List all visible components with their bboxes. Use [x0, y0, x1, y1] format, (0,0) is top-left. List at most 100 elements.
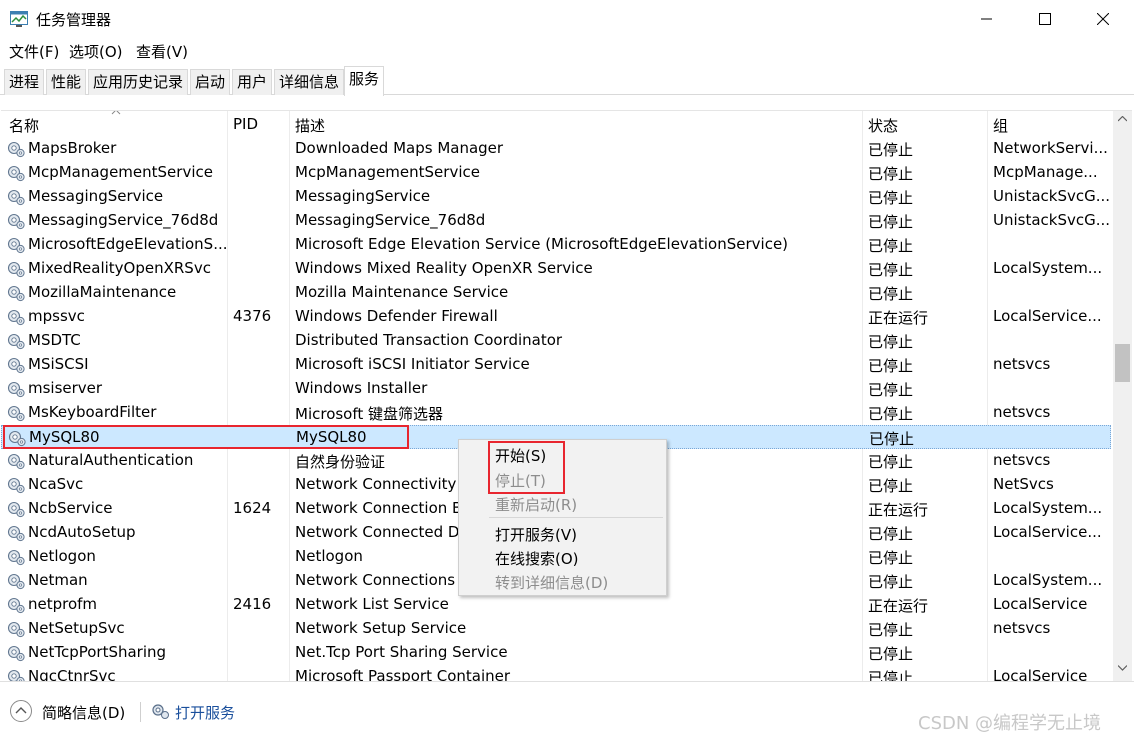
service-group: LocalService... [993, 523, 1102, 541]
service-row[interactable]: McpManagementService McpManagementService… [1, 161, 1111, 185]
service-gear-icon [6, 236, 25, 254]
service-row[interactable]: MSiSCSI Microsoft iSCSI Initiator Service… [1, 353, 1111, 377]
fewer-details-label[interactable]: 简略信息(D) [42, 702, 125, 723]
service-gear-icon [6, 644, 25, 662]
service-row[interactable]: MessagingService MessagingService 已停止 Unist… [1, 185, 1111, 209]
service-name: NetTcpPortSharing [28, 643, 167, 661]
service-description: Network List Service [295, 595, 449, 613]
column-status[interactable]: 状态 [868, 115, 898, 136]
service-row[interactable]: NgcCtnrSvc Microsoft Passport Container 已停… [1, 665, 1111, 681]
tab-details[interactable]: 详细信息 [274, 69, 345, 95]
service-status: 已停止 [868, 645, 914, 663]
service-gear-icon [6, 356, 25, 374]
tab-startup[interactable]: 启动 [190, 69, 231, 95]
service-status: 已停止 [868, 621, 914, 639]
service-status: 已停止 [868, 261, 914, 279]
service-name: NcbService [28, 499, 113, 517]
service-gear-icon [6, 500, 25, 518]
ctx-restart[interactable]: 重新启动(R) [495, 494, 577, 515]
service-row[interactable]: MixedRealityOpenXRSvc Windows Mixed Reali… [1, 257, 1111, 281]
service-row[interactable]: MicrosoftEdgeElevationS... Microsoft Edge… [1, 233, 1111, 257]
service-group: netsvcs [993, 403, 1051, 421]
service-group: LocalService... [993, 307, 1102, 325]
service-name: McpManagementService [28, 163, 213, 181]
service-row[interactable]: mpssvc 4376 Windows Defender Firewall 正在运行 L… [1, 305, 1111, 329]
service-pid: 4376 [233, 307, 272, 325]
menu-bar: 文件(F) 选项(O) 查看(V) [0, 38, 1134, 64]
service-name: MapsBroker [28, 139, 117, 157]
service-row[interactable]: MSDTC Distributed Transaction Coordinator… [1, 329, 1111, 353]
service-gear-icon [6, 452, 25, 470]
service-name: MixedRealityOpenXRSvc [28, 259, 211, 277]
service-group: UnistackSvcG... [993, 187, 1109, 205]
column-group[interactable]: 组 [993, 115, 1008, 136]
service-name: NcdAutoSetup [28, 523, 136, 541]
sort-ascending-icon [111, 111, 121, 115]
service-row[interactable]: msiserver Windows Installer 已停止 [1, 377, 1111, 401]
service-status: 正在运行 [868, 309, 929, 327]
service-row[interactable]: MapsBroker Downloaded Maps Manager 已停止 Netw… [1, 137, 1111, 161]
service-name: MessagingService [28, 187, 164, 205]
tab-processes[interactable]: 进程 [4, 69, 45, 95]
service-row[interactable]: NetSetupSvc Network Setup Service 已停止 netsv… [1, 617, 1111, 641]
service-status: 已停止 [868, 141, 914, 159]
service-row[interactable]: netprofm 2416 Network List Service 正在运行 Loca… [1, 593, 1111, 617]
menu-view[interactable]: 查看(V) [136, 41, 188, 62]
service-gear-icon [6, 476, 25, 494]
close-icon [1097, 13, 1109, 25]
service-status: 正在运行 [868, 597, 929, 615]
service-row[interactable]: MozillaMaintenance Mozilla Maintenance Se… [1, 281, 1111, 305]
service-description: Microsoft iSCSI Initiator Service [295, 355, 530, 373]
scroll-up-icon[interactable] [1118, 116, 1127, 122]
tab-performance[interactable]: 性能 [46, 69, 87, 95]
column-name[interactable]: 名称 [9, 115, 39, 136]
service-row[interactable]: NetTcpPortSharing Net.Tcp Port Sharing Se… [1, 641, 1111, 665]
ctx-goto-details[interactable]: 转到详细信息(D) [495, 572, 608, 593]
service-description: Distributed Transaction Coordinator [295, 331, 563, 349]
scroll-down-icon[interactable] [1118, 665, 1127, 671]
open-services-link[interactable]: 打开服务 [175, 702, 235, 723]
service-status: 已停止 [868, 333, 914, 351]
column-description[interactable]: 描述 [295, 115, 325, 136]
service-description: Mozilla Maintenance Service [295, 283, 509, 301]
minimize-icon [981, 18, 992, 20]
service-name: NcaSvc [28, 475, 84, 493]
service-description: Microsoft 键盘筛选器 [295, 405, 444, 423]
menu-options[interactable]: 选项(O) [69, 41, 123, 62]
column-pid[interactable]: PID [233, 115, 258, 133]
service-group: LocalSystem... [993, 571, 1103, 589]
maximize-button[interactable] [1016, 0, 1074, 38]
service-description: Microsoft Passport Container [295, 667, 511, 681]
menu-file[interactable]: 文件(F) [9, 41, 59, 62]
service-row[interactable]: MsKeyboardFilter Microsoft 键盘筛选器 已停止 netsvc… [1, 401, 1111, 425]
close-button[interactable] [1074, 0, 1132, 38]
service-status: 已停止 [868, 285, 914, 303]
window-title: 任务管理器 [36, 11, 112, 29]
footer-divider [140, 702, 141, 722]
service-group: NetSvcs [993, 475, 1054, 493]
service-description: Windows Installer [295, 379, 428, 397]
highlight-box-mysql [3, 425, 409, 449]
scrollbar-thumb[interactable] [1115, 344, 1130, 382]
service-gear-icon [6, 548, 25, 566]
service-group: LocalService [993, 595, 1088, 613]
service-group: NetworkServi... [993, 139, 1108, 157]
vertical-scrollbar[interactable] [1113, 111, 1132, 681]
ctx-search-online[interactable]: 在线搜索(O) [495, 548, 579, 569]
service-name: mpssvc [28, 307, 85, 325]
tab-services[interactable]: 服务 [344, 66, 385, 96]
ctx-open-services[interactable]: 打开服务(V) [495, 524, 577, 545]
service-description: MessagingService_76d8d [295, 211, 486, 229]
service-gear-icon [6, 620, 25, 638]
service-name: MozillaMaintenance [28, 283, 177, 301]
service-gear-icon [6, 308, 25, 326]
tab-app-history[interactable]: 应用历史记录 [88, 69, 189, 95]
watermark: CSDN @编程学无止境 [918, 713, 1102, 734]
service-row[interactable]: MessagingService_76d8d MessagingService_7… [1, 209, 1111, 233]
service-status: 正在运行 [868, 501, 929, 519]
tab-users[interactable]: 用户 [232, 69, 273, 95]
minimize-button[interactable] [958, 0, 1016, 38]
fewer-details-toggle[interactable] [10, 700, 32, 722]
service-name: MSDTC [28, 331, 81, 349]
ctx-separator [489, 517, 663, 518]
